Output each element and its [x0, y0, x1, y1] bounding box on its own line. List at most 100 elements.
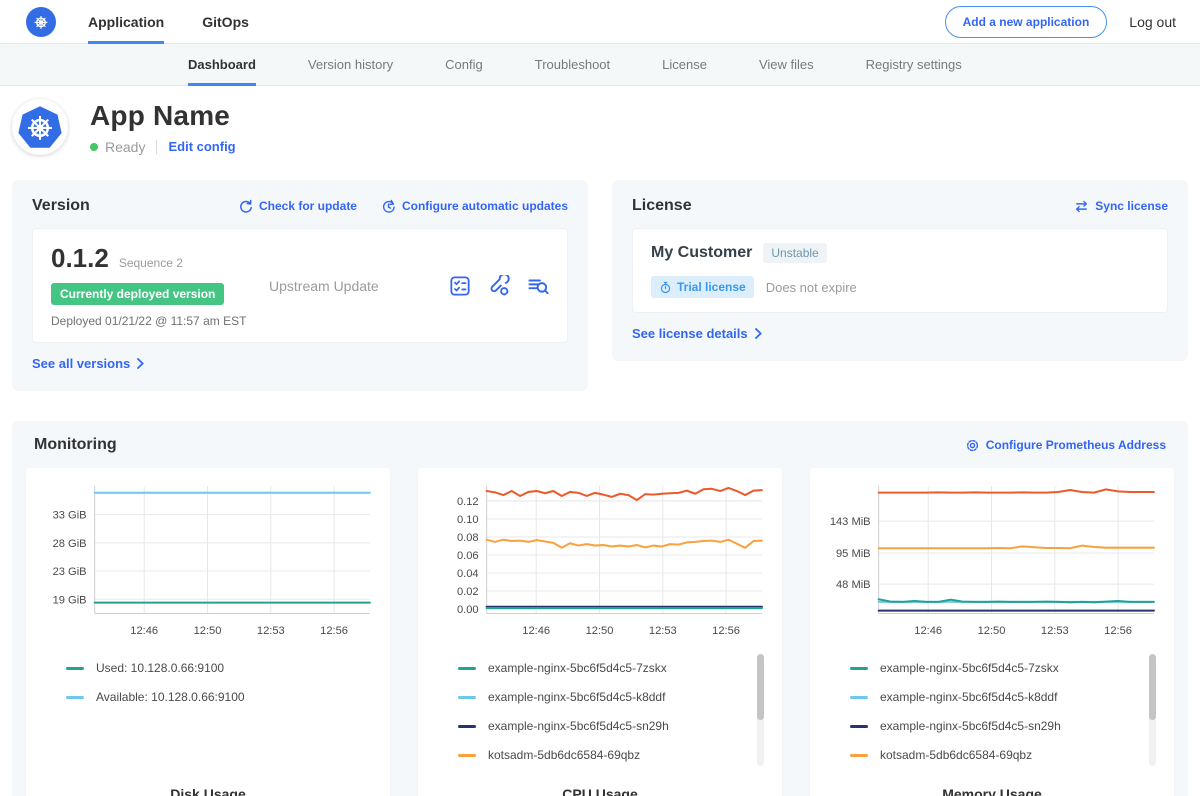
- svg-text:0.10: 0.10: [457, 514, 479, 526]
- legend-series-label: example-nginx-5bc6f5d4c5-k8ddf: [880, 690, 1057, 704]
- tab-license[interactable]: License: [662, 44, 707, 86]
- legend-item: Used: 10.128.0.66:9100: [66, 654, 378, 683]
- chart-title-disk: Disk Usage: [36, 776, 380, 796]
- stopwatch-icon: [659, 281, 672, 294]
- version-number: 0.1.2: [51, 243, 109, 274]
- current-version-card: 0.1.2 Sequence 2 Currently deployed vers…: [32, 228, 568, 343]
- svg-text:12:53: 12:53: [257, 625, 285, 637]
- tab-registry-settings[interactable]: Registry settings: [866, 44, 962, 86]
- deploy-logs-icon[interactable]: [527, 275, 549, 297]
- legend-series-label: example-nginx-5bc6f5d4c5-sn29h: [488, 719, 669, 733]
- config-wrench-icon[interactable]: [488, 275, 510, 297]
- sync-license-link[interactable]: Sync license: [1074, 199, 1168, 214]
- sync-arrows-icon: [1074, 199, 1089, 214]
- kubernetes-logo-icon[interactable]: [26, 7, 56, 37]
- svg-text:143 MiB: 143 MiB: [830, 516, 871, 528]
- legend-series-label: example-nginx-5bc6f5d4c5-7zskx: [488, 661, 667, 675]
- see-license-details-link[interactable]: See license details: [632, 326, 762, 341]
- configure-automatic-updates-label: Configure automatic updates: [402, 199, 568, 213]
- sequence-label: Sequence 2: [119, 256, 183, 270]
- svg-text:12:50: 12:50: [978, 625, 1006, 637]
- topnav-tab-application[interactable]: Application: [88, 0, 164, 44]
- schedule-update-icon: [381, 199, 396, 214]
- disk-usage-chart-card: 12:4612:5012:5312:5619 GiB23 GiB28 GiB33…: [26, 468, 390, 796]
- license-card: License Sync license My Customer Unstabl…: [612, 180, 1188, 361]
- tab-troubleshoot[interactable]: Troubleshoot: [535, 44, 610, 86]
- configure-prometheus-link[interactable]: Configure Prometheus Address: [965, 438, 1166, 453]
- see-license-details-label: See license details: [632, 326, 748, 341]
- scrollbar-thumb[interactable]: [1149, 654, 1156, 720]
- page-title: App Name: [90, 100, 236, 132]
- legend-item: example-nginx-5bc6f5d4c5-7zskx: [850, 654, 1162, 683]
- divider: [156, 140, 157, 154]
- tab-config[interactable]: Config: [445, 44, 483, 86]
- legend-item: kotsadm-5db6dc6584-69qbz: [458, 741, 770, 770]
- topnav-tab-gitops[interactable]: GitOps: [202, 0, 249, 44]
- memory-usage-chart: 12:4612:5012:5312:5648 MiB95 MiB143 MiB: [820, 480, 1164, 646]
- legend-series-dash: [850, 725, 868, 728]
- svg-text:0.06: 0.06: [457, 550, 479, 562]
- svg-text:23 GiB: 23 GiB: [53, 566, 87, 578]
- customer-name: My Customer: [651, 244, 752, 262]
- version-card: Version Check for update: [12, 180, 588, 391]
- svg-text:0.00: 0.00: [457, 604, 479, 616]
- cpu-usage-legend: example-nginx-5bc6f5d4c5-7zskx example-ng…: [458, 654, 770, 776]
- currently-deployed-badge: Currently deployed version: [51, 283, 224, 305]
- legend-series-label: Used: 10.128.0.66:9100: [96, 661, 224, 675]
- configure-automatic-updates-link[interactable]: Configure automatic updates: [381, 199, 568, 214]
- preflight-checks-icon[interactable]: [449, 275, 471, 297]
- channel-badge: Unstable: [763, 243, 826, 263]
- svg-text:0.08: 0.08: [457, 532, 479, 544]
- check-for-update-label: Check for update: [259, 199, 357, 213]
- legend-series-dash: [66, 667, 84, 670]
- deployed-timestamp: Deployed 01/21/22 @ 11:57 am EST: [51, 314, 269, 328]
- scrollbar-thumb[interactable]: [757, 654, 764, 720]
- tab-dashboard[interactable]: Dashboard: [188, 44, 256, 86]
- svg-text:12:56: 12:56: [1104, 625, 1132, 637]
- sync-license-label: Sync license: [1095, 199, 1168, 213]
- svg-text:0.02: 0.02: [457, 586, 479, 598]
- svg-text:12:46: 12:46: [522, 625, 550, 637]
- svg-text:12:53: 12:53: [1041, 625, 1069, 637]
- tab-version-history[interactable]: Version history: [308, 44, 393, 86]
- legend-scrollbar[interactable]: [1149, 654, 1156, 766]
- svg-text:12:46: 12:46: [130, 625, 158, 637]
- disk-usage-legend: Used: 10.128.0.66:9100 Available: 10.128.…: [66, 654, 378, 776]
- version-source-label: Upstream Update: [269, 278, 379, 294]
- legend-item: example-nginx-5bc6f5d4c5-7zskx: [458, 654, 770, 683]
- legend-series-dash: [850, 696, 868, 699]
- see-all-versions-label: See all versions: [32, 356, 130, 371]
- legend-series-label: example-nginx-5bc6f5d4c5-sn29h: [880, 719, 1061, 733]
- legend-series-dash: [458, 667, 476, 670]
- chart-title-cpu: CPU Usage: [428, 776, 772, 796]
- legend-series-label: example-nginx-5bc6f5d4c5-k8ddf: [488, 690, 665, 704]
- legend-item: Available: 10.128.0.66:9100: [66, 683, 378, 712]
- chevron-right-icon: [755, 328, 762, 339]
- legend-series-label: kotsadm-5db6dc6584-69qbz: [880, 748, 1032, 762]
- app-kubernetes-icon: [12, 99, 68, 155]
- top-nav: Application GitOps Add a new application…: [0, 0, 1200, 44]
- svg-text:12:56: 12:56: [320, 625, 348, 637]
- logout-button[interactable]: Log out: [1129, 14, 1176, 30]
- app-status-label: Ready: [105, 139, 145, 155]
- check-for-update-link[interactable]: Check for update: [238, 199, 357, 214]
- configure-prometheus-label: Configure Prometheus Address: [986, 438, 1166, 452]
- legend-series-label: example-nginx-5bc6f5d4c5-7zskx: [880, 661, 1059, 675]
- see-all-versions-link[interactable]: See all versions: [32, 356, 144, 371]
- trial-license-label: Trial license: [677, 280, 746, 294]
- disk-usage-chart: 12:4612:5012:5312:5619 GiB23 GiB28 GiB33…: [36, 480, 380, 646]
- legend-scrollbar[interactable]: [757, 654, 764, 766]
- edit-config-link[interactable]: Edit config: [168, 139, 235, 154]
- monitoring-section: Monitoring Configure Prometheus Address …: [12, 421, 1188, 796]
- legend-series-dash: [458, 696, 476, 699]
- add-application-button[interactable]: Add a new application: [945, 6, 1108, 38]
- legend-item: example-nginx-5bc6f5d4c5-sn29h: [850, 712, 1162, 741]
- legend-series-dash: [850, 667, 868, 670]
- tab-view-files[interactable]: View files: [759, 44, 814, 86]
- svg-text:12:50: 12:50: [586, 625, 614, 637]
- legend-item: example-nginx-5bc6f5d4c5-k8ddf: [458, 683, 770, 712]
- license-details-card: My Customer Unstable Trial license Does …: [632, 228, 1168, 313]
- trial-license-badge: Trial license: [651, 276, 754, 298]
- legend-series-label: Available: 10.128.0.66:9100: [96, 690, 245, 704]
- expiration-label: Does not expire: [766, 280, 857, 295]
